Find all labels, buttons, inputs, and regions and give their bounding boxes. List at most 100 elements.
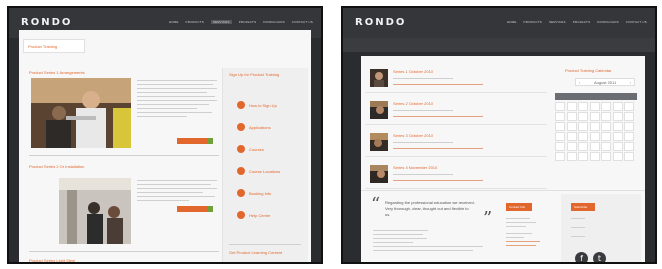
calendar-day-cell[interactable]	[589, 102, 600, 111]
menu-item-projects[interactable]: PROJECTS	[573, 20, 591, 24]
calendar-day-cell[interactable]	[578, 122, 588, 131]
sidebar-link-5[interactable]: Booking Info	[249, 191, 271, 196]
tab-product-training[interactable]: Product Training	[23, 39, 85, 53]
menu-item-services[interactable]: SERVICES	[210, 20, 232, 24]
calendar-day-cell[interactable]	[612, 152, 623, 161]
calendar-day-cell[interactable]	[624, 152, 634, 161]
calendar-day-cell[interactable]	[612, 112, 623, 121]
calendar-day-cell[interactable]	[555, 142, 565, 151]
calendar-day-cell[interactable]	[589, 152, 600, 161]
calendar-day-cell[interactable]	[624, 112, 634, 121]
calendar-day-cell[interactable]	[555, 122, 565, 131]
event-item[interactable]: Series 2 October 2010	[365, 98, 547, 125]
calendar-day-cell[interactable]	[566, 112, 577, 121]
calendar-day-cell[interactable]	[601, 152, 611, 161]
logo[interactable]: RONDO	[21, 17, 72, 28]
calendar-day-cell[interactable]	[555, 132, 565, 141]
sidebar-link-2[interactable]: Applications	[249, 125, 271, 130]
calendar-day-cell[interactable]	[555, 112, 565, 121]
sidebar-bottom-title[interactable]: Get Product Learning Content	[229, 250, 282, 255]
calendar-day-cell[interactable]	[612, 142, 623, 151]
event-title[interactable]: Series 2 October 2010	[393, 101, 433, 106]
event-item[interactable]: Series 1 October 2010	[365, 66, 547, 93]
calendar-day-cell[interactable]	[566, 102, 577, 111]
calendar-day-cell[interactable]	[578, 152, 588, 161]
next-month-icon[interactable]: ›	[630, 80, 631, 85]
calendar-grid	[555, 93, 637, 161]
calendar-day-cell[interactable]	[566, 142, 577, 151]
calendar-day-cell[interactable]	[555, 152, 565, 161]
calendar-day-cell[interactable]	[612, 102, 623, 111]
calendar-day-cell[interactable]	[601, 112, 611, 121]
training-photo-1	[31, 78, 131, 148]
read-more-button-2[interactable]	[177, 206, 213, 212]
main-menu: HOME PRODUCTS SERVICES PROJECTS DOWNLOAD…	[507, 20, 647, 24]
top-nav: RONDO HOME PRODUCTS SERVICES PROJECTS DO…	[343, 8, 655, 38]
calendar-day-cell[interactable]	[578, 142, 588, 151]
calendar-day-cell[interactable]	[601, 122, 611, 131]
read-more-button-1[interactable]	[177, 138, 213, 144]
calendar-day-cell[interactable]	[612, 122, 623, 131]
section2-title[interactable]: Product Series 2 Or Installation	[29, 164, 84, 169]
subscribe-button[interactable]: Subscribe	[571, 203, 595, 211]
tab-label: Product Training	[28, 44, 58, 49]
calendar-day-cell[interactable]	[566, 132, 577, 141]
menu-item-home[interactable]: HOME	[169, 20, 179, 24]
calendar-day-cell[interactable]	[589, 122, 600, 131]
menu-item-contact[interactable]: CONTACT US	[626, 20, 647, 24]
calendar-day-cell[interactable]	[578, 132, 588, 141]
event-title[interactable]: Series 3 October 2010	[393, 133, 433, 138]
menu-item-downloads[interactable]: DOWNLOADS	[263, 20, 284, 24]
sidebar-link-6[interactable]: Help Centre	[249, 213, 270, 218]
section2-text	[137, 180, 217, 204]
logo[interactable]: RONDO	[355, 17, 406, 28]
calendar-day-cell[interactable]	[624, 122, 634, 131]
sidebar-bullet-icon	[237, 167, 245, 175]
calendar-day-cell[interactable]	[601, 142, 611, 151]
menu-item-projects[interactable]: PROJECTS	[239, 20, 257, 24]
sidebar-link-4[interactable]: Course Locations	[249, 169, 280, 174]
calendar-day-cell[interactable]	[589, 112, 600, 121]
calendar-day-cell[interactable]	[624, 142, 634, 151]
calendar-day-cell[interactable]	[624, 102, 634, 111]
calendar-day-cell[interactable]	[601, 132, 611, 141]
facebook-icon[interactable]: f	[575, 252, 588, 262]
sidebar-link-1[interactable]: How to Sign Up	[249, 103, 277, 108]
contact-details	[506, 218, 546, 249]
sidebar-title: Sign Up for Product Training	[229, 72, 280, 77]
event-thumbnail	[370, 165, 388, 183]
menu-item-products[interactable]: PRODUCTS	[186, 20, 204, 24]
menu-item-products[interactable]: PRODUCTS	[524, 20, 542, 24]
calendar-month-selector[interactable]: ‹ August 2011 ›	[575, 78, 635, 86]
calendar-day-cell[interactable]	[555, 102, 565, 111]
prev-month-icon[interactable]: ‹	[579, 80, 580, 85]
event-title[interactable]: Series 1 October 2010	[393, 69, 433, 74]
menu-item-services[interactable]: SERVICES	[549, 20, 566, 24]
calendar-day-cell[interactable]	[578, 102, 588, 111]
calendar-day-cell[interactable]	[601, 102, 611, 111]
calendar-month-label: August 2011	[594, 80, 617, 85]
event-title[interactable]: Series 4 November 2010	[393, 165, 437, 170]
sidebar-bullet-icon	[237, 123, 245, 131]
menu-item-downloads[interactable]: DOWNLOADS	[597, 20, 618, 24]
calendar-day-cell[interactable]	[589, 132, 600, 141]
contact-button[interactable]: Contact Info	[506, 203, 532, 211]
event-item[interactable]: Series 3 October 2010	[365, 130, 547, 157]
event-item[interactable]: Series 4 November 2010	[365, 162, 547, 189]
calendar-day-cell[interactable]	[566, 152, 577, 161]
twitter-icon[interactable]: t	[593, 252, 606, 262]
sidebar-link-3[interactable]: Courses	[249, 147, 264, 152]
calendar-day-cell[interactable]	[624, 132, 634, 141]
quote-open-icon: “	[371, 194, 381, 215]
quote-close-icon: ”	[483, 208, 493, 229]
section1-title[interactable]: Product Series 1 Arrangements	[29, 70, 85, 75]
sidebar-bullet-icon	[237, 145, 245, 153]
menu-item-home[interactable]: HOME	[507, 20, 517, 24]
section3-title[interactable]: Product Series Light Steel	[29, 258, 75, 262]
calendar-day-cell[interactable]	[566, 122, 577, 131]
sidebar-bullet-icon	[237, 211, 245, 219]
calendar-day-cell[interactable]	[612, 132, 623, 141]
calendar-day-cell[interactable]	[578, 112, 588, 121]
menu-item-contact[interactable]: CONTACT US	[292, 20, 313, 24]
calendar-day-cell[interactable]	[589, 142, 600, 151]
